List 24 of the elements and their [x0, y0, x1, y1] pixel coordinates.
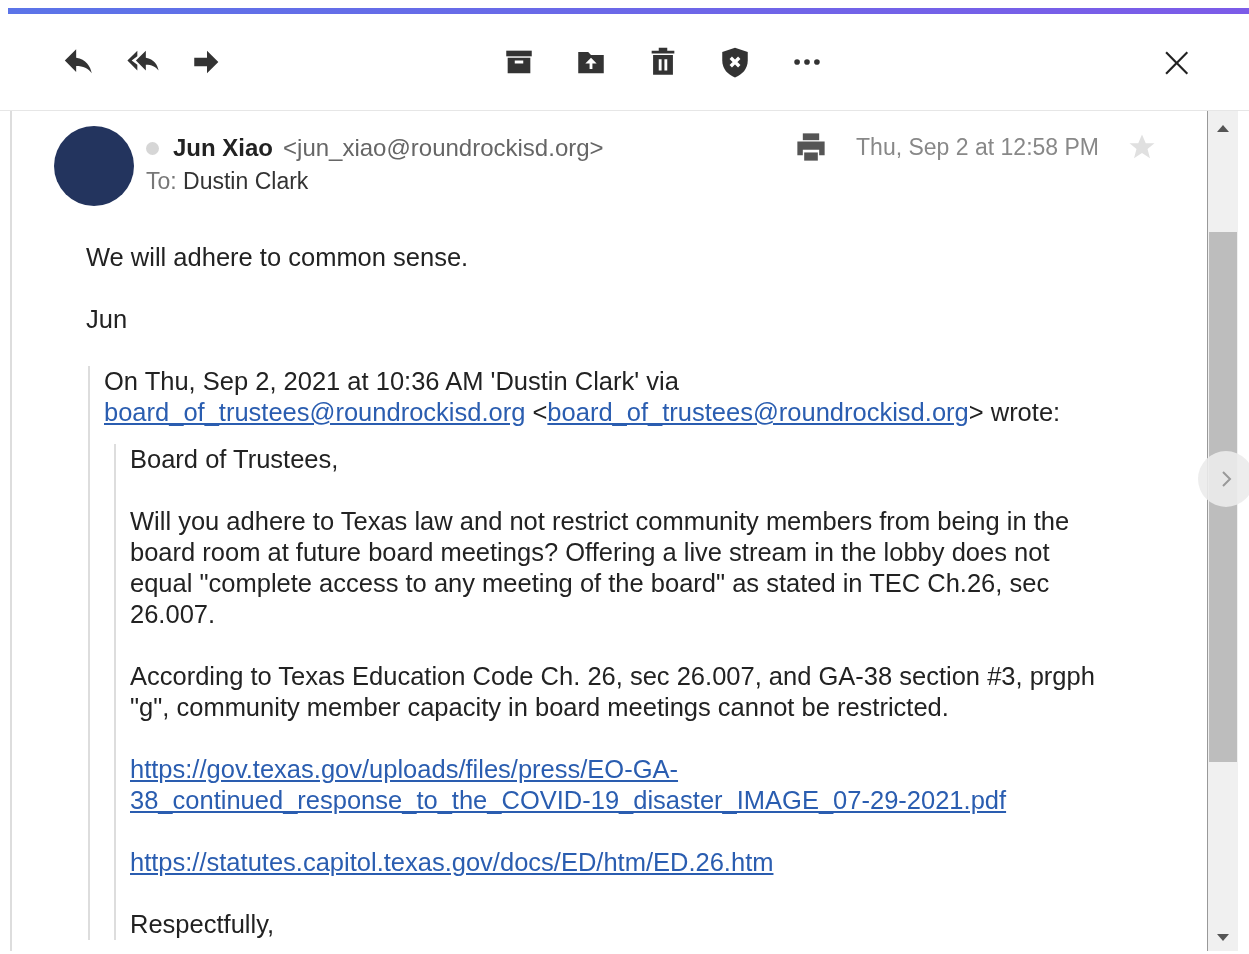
- sender-email: <jun_xiao@roundrockisd.org>: [283, 134, 604, 162]
- message-date: Thu, Sep 2 at 12:58 PM: [856, 133, 1099, 161]
- email-link[interactable]: board_of_trustees@roundrockisd.org: [547, 398, 969, 426]
- email-link[interactable]: board_of_trustees@roundrockisd.org: [104, 398, 526, 426]
- quoted-text: Will you adhere to Texas law and not restrict community members from being in the board room at future board meetings? Offering a live stream in the lobby does not equal "complete access to any meeting of the board" as stated in TEC Ch.26, sec 26.007.: [130, 506, 1071, 630]
- scroll-thumb[interactable]: [1209, 232, 1237, 762]
- message-text: We will adhere to common sense.: [86, 242, 470, 273]
- scroll-up-icon[interactable]: [1217, 125, 1229, 132]
- url-link[interactable]: https://statutes.capitol.texas.gov/docs/ED/htm/ED.26.htm: [130, 847, 774, 878]
- to-label: To:: [146, 168, 177, 194]
- quote-header-text: <: [531, 398, 548, 426]
- quoted-text: Board of Trustees,: [130, 444, 340, 475]
- url-link[interactable]: https://gov.texas.gov/uploads/files/press/EO-GA-38_continued_response_to_the_COVID-19_disaster_IMAGE_07-29-2021.pdf: [130, 754, 1105, 816]
- close-button[interactable]: ×: [1154, 42, 1199, 82]
- chevron-right-icon: [1220, 470, 1232, 488]
- scrollbar[interactable]: [1208, 111, 1238, 951]
- quoted-text: According to Texas Education Code Ch. 26, sec 26.007, and GA-38 section #3, prgph "g", community member capacity in board meetings cannot be restricted.: [130, 661, 1096, 723]
- sender-name: Jun Xiao: [173, 134, 274, 162]
- quoted-text: Respectfully,: [130, 909, 276, 940]
- quote-header-text: > wrote:: [968, 398, 1061, 426]
- scroll-down-icon[interactable]: [1217, 934, 1229, 941]
- quote-header-text: On Thu, Sep 2, 2021 at 10:36 AM 'Dustin Clark' via: [104, 367, 679, 395]
- recipient-name: Dustin Clark: [183, 168, 309, 194]
- message-text: Jun: [86, 304, 129, 335]
